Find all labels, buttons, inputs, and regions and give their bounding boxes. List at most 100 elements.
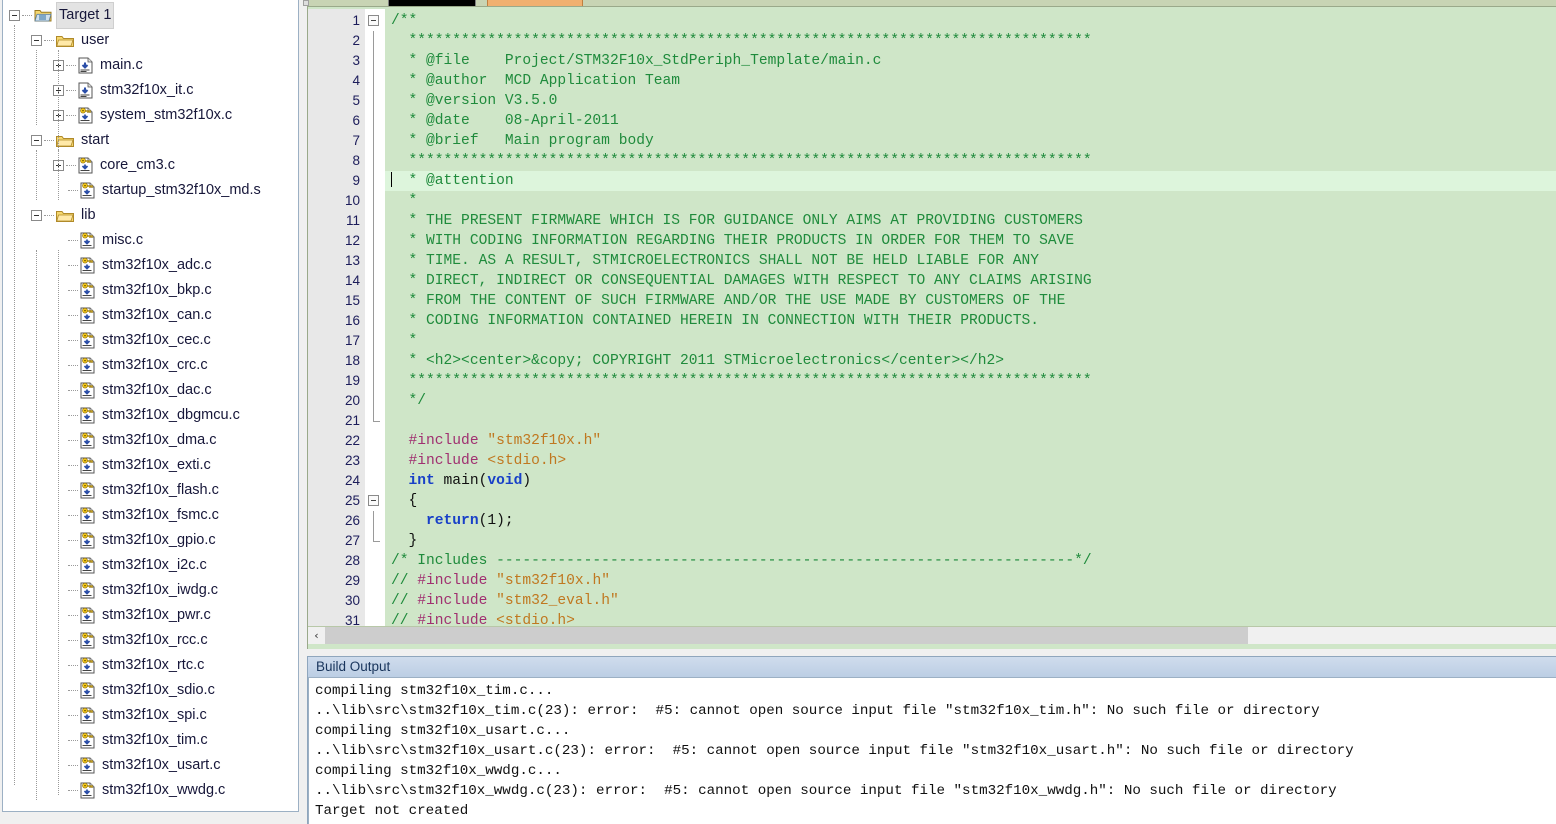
tree-file-item[interactable]: stm32f10x_i2c.c (3, 553, 298, 578)
code-line[interactable]: * @author MCD Application Team (385, 71, 1556, 91)
code-line[interactable]: * @attention (385, 171, 1556, 191)
tree-file-item[interactable]: stm32f10x_exti.c (3, 453, 298, 478)
tree-connector (66, 165, 76, 166)
c-source-compiled-icon (80, 307, 95, 324)
tree-group-lib[interactable]: lib (3, 203, 298, 228)
code-line[interactable]: * @version V3.5.0 (385, 91, 1556, 111)
tree-expander-lib[interactable] (31, 210, 42, 221)
c-source-compiled-icon (80, 557, 95, 574)
line-number: 25 (344, 493, 360, 508)
code-line[interactable]: ****************************************… (385, 31, 1556, 51)
c-source-compiled-icon (80, 757, 95, 774)
tree-file-item[interactable]: stm32f10x_gpio.c (3, 528, 298, 553)
tree-expander-user[interactable] (31, 35, 42, 46)
code-line[interactable]: #include "stm32f10x.h" (385, 431, 1556, 451)
tree-file-item[interactable]: main.c (3, 53, 298, 78)
tree-item-label: stm32f10x_iwdg.c (102, 582, 219, 598)
code-line[interactable]: * @date 08-April-2011 (385, 111, 1556, 131)
tree-expander-start[interactable] (31, 135, 42, 146)
code-line[interactable]: * DIRECT, INDIRECT OR CONSEQUENTIAL DAMA… (385, 271, 1556, 291)
code-line[interactable]: } (385, 531, 1556, 551)
tree-file-item[interactable]: stm32f10x_dac.c (3, 378, 298, 403)
tree-item-label: misc.c (102, 232, 144, 248)
tree-file-item[interactable]: stm32f10x_fsmc.c (3, 503, 298, 528)
fold-guide-line (373, 51, 374, 71)
tree-file-item[interactable]: stm32f10x_spi.c (3, 703, 298, 728)
code-line[interactable]: return(1); (385, 511, 1556, 531)
code-line[interactable]: * FROM THE CONTENT OF SUCH FIRMWARE AND/… (385, 291, 1556, 311)
tree-file-item[interactable]: stm32f10x_iwdg.c (3, 578, 298, 603)
tree-file-item[interactable]: stm32f10x_bkp.c (3, 278, 298, 303)
editor-horizontal-scrollbar[interactable]: ‹ (308, 626, 1556, 644)
code-line[interactable]: { (385, 491, 1556, 511)
fold-row (365, 311, 385, 331)
code-text-area[interactable]: /** ************************************… (385, 9, 1556, 627)
tree-item-target[interactable]: Target 1 (3, 2, 298, 29)
code-line[interactable]: * <h2><center>&copy; COPYRIGHT 2011 STMi… (385, 351, 1556, 371)
code-line[interactable]: * @file Project/STM32F10x_StdPeriph_Temp… (385, 51, 1556, 71)
tree-file-item[interactable]: startup_stm32f10x_md.s (3, 178, 298, 203)
fold-guide-line (373, 371, 374, 391)
tree-file-item[interactable]: stm32f10x_pwr.c (3, 603, 298, 628)
scroll-left-arrow-icon[interactable]: ‹ (308, 626, 325, 644)
code-line[interactable]: /* Includes ----------------------------… (385, 551, 1556, 571)
tree-file-item[interactable]: stm32f10x_crc.c (3, 353, 298, 378)
project-tree[interactable]: Target 1 user main.c stm32f10x_it.c syst… (2, 0, 299, 812)
fold-toggle-icon[interactable] (368, 15, 379, 26)
tree-file-item[interactable]: stm32f10x_cec.c (3, 328, 298, 353)
code-editor-body[interactable]: 1 2 3 4 5 6 7 8 9 10 11 12 13 14 15 16 17 18 19 20 21 22 23 24 2… (308, 9, 1556, 628)
code-line[interactable]: * @brief Main program body (385, 131, 1556, 151)
code-folding-column[interactable] (365, 9, 385, 627)
code-line[interactable]: int main(void) (385, 471, 1556, 491)
code-line[interactable]: * THE PRESENT FIRMWARE WHICH IS FOR GUID… (385, 211, 1556, 231)
tree-connector (68, 415, 78, 416)
code-token: * THE PRESENT FIRMWARE WHICH IS FOR GUID… (391, 213, 1083, 229)
tree-file-item[interactable]: stm32f10x_tim.c (3, 728, 298, 753)
tree-group-start[interactable]: start (3, 128, 298, 153)
code-line[interactable]: * TIME. AS A RESULT, STMICROELECTRONICS … (385, 251, 1556, 271)
code-editor[interactable]: 1 2 3 4 5 6 7 8 9 10 11 12 13 14 15 16 17 18 19 20 21 22 23 24 2… (307, 6, 1556, 649)
tree-file-item[interactable]: stm32f10x_wwdg.c (3, 778, 298, 803)
tree-file-item[interactable]: stm32f10x_flash.c (3, 478, 298, 503)
c-source-compiled-icon (80, 182, 95, 199)
tree-file-item[interactable]: stm32f10x_dbgmcu.c (3, 403, 298, 428)
tree-file-item[interactable]: misc.c (3, 228, 298, 253)
folder-icon (56, 34, 74, 48)
scrollbar-thumb[interactable] (325, 626, 1249, 644)
tree-file-item[interactable]: system_stm32f10x.c (3, 103, 298, 128)
fold-row (365, 231, 385, 251)
tree-file-item[interactable]: core_cm3.c (3, 153, 298, 178)
code-line[interactable]: * WITH CODING INFORMATION REGARDING THEI… (385, 231, 1556, 251)
tree-file-item[interactable]: stm32f10x_rcc.c (3, 628, 298, 653)
tree-file-item[interactable]: stm32f10x_can.c (3, 303, 298, 328)
code-line[interactable]: // #include <stdio.h> (385, 611, 1556, 627)
code-line[interactable]: // #include "stm32f10x.h" (385, 571, 1556, 591)
code-line[interactable]: * (385, 191, 1556, 211)
tree-file-item[interactable]: stm32f10x_adc.c (3, 253, 298, 278)
fold-row (365, 491, 385, 511)
tree-group-user[interactable]: user (3, 28, 298, 53)
project-pane-scroll-area[interactable] (2, 812, 299, 824)
tree-expander-target[interactable] (9, 10, 20, 21)
c-source-compiled-icon (80, 682, 95, 699)
tree-file-item[interactable]: stm32f10x_sdio.c (3, 678, 298, 703)
tree-connector (66, 65, 76, 66)
tree-file-item[interactable]: stm32f10x_rtc.c (3, 653, 298, 678)
code-line[interactable]: /** (385, 11, 1556, 31)
code-line[interactable]: * CODING INFORMATION CONTAINED HEREIN IN… (385, 311, 1556, 331)
fold-row (365, 211, 385, 231)
fold-toggle-icon[interactable] (368, 495, 379, 506)
code-token: // (391, 593, 418, 609)
tree-file-item[interactable]: stm32f10x_usart.c (3, 753, 298, 778)
tree-file-item[interactable]: stm32f10x_dma.c (3, 428, 298, 453)
code-line[interactable]: * (385, 331, 1556, 351)
code-line[interactable]: */ (385, 391, 1556, 411)
code-line[interactable]: #include <stdio.h> (385, 451, 1556, 471)
code-line[interactable]: ****************************************… (385, 371, 1556, 391)
tree-file-item[interactable]: stm32f10x_it.c (3, 78, 298, 103)
code-line[interactable]: ****************************************… (385, 151, 1556, 171)
code-line[interactable] (385, 411, 1556, 431)
scrollbar-track[interactable] (325, 626, 1556, 644)
build-output-text[interactable]: compiling stm32f10x_tim.c... ..\lib\src\s… (308, 677, 1556, 824)
code-line[interactable]: // #include "stm32_eval.h" (385, 591, 1556, 611)
